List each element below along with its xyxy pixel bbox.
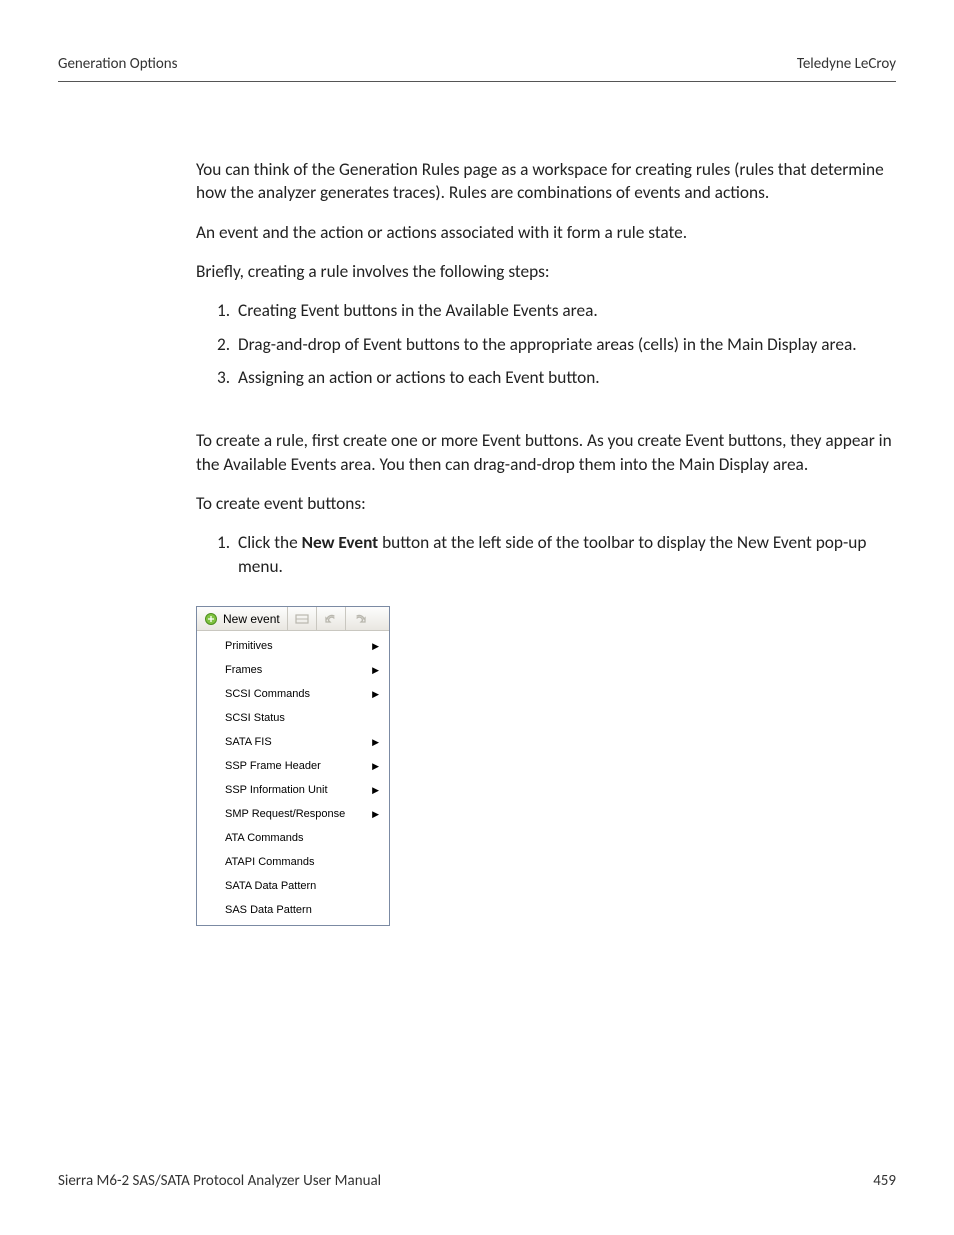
menu-item-label: SMP Request/Response [225,807,345,822]
header-right: Teledyne LeCroy [797,55,896,73]
popup-menu-list: Primitives ▶ Frames ▶ SCSI Commands ▶ SCSI Sta… [197,631,389,925]
list-item: Creating Event buttons in the Available … [234,299,894,322]
submenu-arrow-icon: ▶ [372,688,379,700]
menu-item-label: SSP Information Unit [225,783,328,798]
popup-toolbar: New event [197,607,389,631]
paragraph: An event and the action or actions assoc… [196,221,894,244]
undo-icon [324,613,338,625]
menu-item-label: ATA Commands [225,831,303,846]
menu-item-label: Frames [225,663,262,678]
redo-button [346,607,374,630]
footer-left: Sierra M6-2 SAS/SATA Protocol Analyzer U… [58,1172,381,1190]
list-item: Assigning an action or actions to each E… [234,366,894,389]
menu-item[interactable]: SAS Data Pattern [197,898,389,922]
menu-item[interactable]: SCSI Status [197,706,389,730]
list-item: Click the New Event button at the left s… [234,531,894,578]
paragraph: To create event buttons: [196,492,894,515]
paragraph: To create a rule, first create one or mo… [196,429,894,476]
menu-item[interactable]: SSP Information Unit ▶ [197,778,389,802]
menu-item-label: SCSI Commands [225,687,310,702]
bold-text: New Event [302,532,379,553]
menu-item[interactable]: Frames ▶ [197,658,389,682]
header-left: Generation Options [58,55,178,73]
instruction-list: Click the New Event button at the left s… [196,531,894,578]
footer-right: 459 [873,1172,896,1190]
page: Generation Options Teledyne LeCroy You c… [0,0,954,1235]
submenu-arrow-icon: ▶ [372,760,379,772]
menu-item-label: SCSI Status [225,711,285,726]
paragraph: Briefly, creating a rule involves the fo… [196,260,894,283]
menu-item[interactable]: SATA FIS ▶ [197,730,389,754]
menu-item[interactable]: SATA Data Pattern [197,874,389,898]
menu-item[interactable]: ATAPI Commands [197,850,389,874]
running-footer: Sierra M6-2 SAS/SATA Protocol Analyzer U… [58,1172,896,1190]
submenu-arrow-icon: ▶ [372,808,379,820]
menu-item[interactable]: SMP Request/Response ▶ [197,802,389,826]
new-event-popup: New event Primitive [196,606,390,926]
paragraph: You can think of the Generation Rules pa… [196,158,894,205]
submenu-arrow-icon: ▶ [372,736,379,748]
menu-item[interactable]: SSP Frame Header ▶ [197,754,389,778]
menu-item[interactable]: Primitives ▶ [197,634,389,658]
menu-item[interactable]: SCSI Commands ▶ [197,682,389,706]
tool-icon [295,613,309,625]
list-item: Drag-and-drop of Event buttons to the ap… [234,333,894,356]
new-event-label: New event [223,611,280,627]
submenu-arrow-icon: ▶ [372,640,379,652]
new-event-button[interactable]: New event [197,607,288,630]
toolbar-button-disabled [288,607,317,630]
body-content: You can think of the Generation Rules pa… [58,158,896,926]
menu-item-label: SAS Data Pattern [225,903,312,918]
menu-item-label: ATAPI Commands [225,855,314,870]
new-event-icon [204,612,218,626]
redo-icon [353,613,367,625]
text: Click the [238,532,302,553]
undo-button [317,607,346,630]
menu-item-label: Primitives [225,639,273,654]
menu-item[interactable]: ATA Commands [197,826,389,850]
steps-list: Creating Event buttons in the Available … [196,299,894,389]
menu-item-label: SSP Frame Header [225,759,321,774]
submenu-arrow-icon: ▶ [372,664,379,676]
running-header: Generation Options Teledyne LeCroy [58,55,896,82]
submenu-arrow-icon: ▶ [372,784,379,796]
menu-item-label: SATA Data Pattern [225,879,316,894]
menu-item-label: SATA FIS [225,735,272,750]
